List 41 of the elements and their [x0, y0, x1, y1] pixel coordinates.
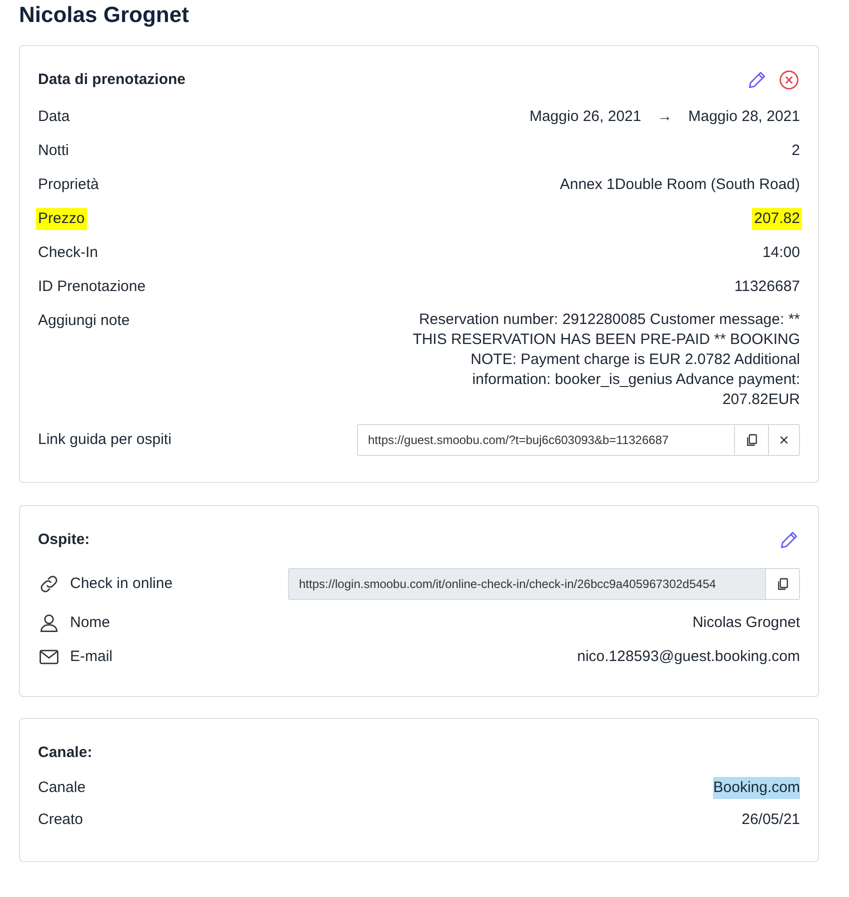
field-value: 26/05/21: [742, 810, 800, 830]
copy-icon: [744, 433, 758, 447]
date-value: Maggio 26, 2021: [529, 107, 642, 127]
card-heading: Ospite:: [38, 530, 90, 550]
close-icon: [779, 435, 789, 445]
field-value: nico.128593@guest.booking.com: [577, 647, 800, 667]
card-heading: Data di prenotazione: [38, 70, 186, 90]
card-heading: Canale:: [38, 742, 92, 763]
field-label: Canale: [38, 778, 86, 798]
field-label: Notti: [38, 141, 69, 161]
page-title: Nicolas Grognet: [19, 2, 190, 28]
field-label: Nome: [70, 613, 110, 633]
copy-button[interactable]: [765, 569, 799, 599]
field-value: Nicolas Grognet: [692, 613, 800, 633]
field-label: Check in online: [70, 574, 173, 594]
field-label: Data: [38, 107, 70, 127]
edit-icon[interactable]: [746, 69, 768, 91]
edit-icon[interactable]: [778, 529, 800, 551]
field-label: Check-In: [38, 243, 98, 263]
field-value: 2: [792, 141, 800, 161]
field-label: Aggiungi note: [38, 311, 130, 331]
field-label: Prezzo: [36, 208, 87, 230]
field-label: E-mail: [70, 647, 113, 667]
note-text: Reservation number: 2912280085 Customer message: ** THIS RESERVATION HAS BEEN PRE-PAID ** BOOKING NOTE: Payment charge is EUR 2.0782 Additional information: booker_is_genius Advance payment: 207.82EUR: [412, 310, 800, 410]
field-value: 14:00: [762, 243, 800, 263]
copy-icon: [776, 577, 790, 591]
checkin-link-field[interactable]: https://login.smoobu.com/it/online-check-in/check-in/26bcc9a405967302d5454: [288, 568, 800, 600]
field-label: Creato: [38, 810, 84, 830]
field-value: Booking.com: [713, 777, 800, 799]
person-icon: [38, 612, 60, 634]
close-icon[interactable]: [778, 69, 800, 91]
field-label: ID Prenotazione: [38, 277, 146, 297]
field-label: Link guida per ospiti: [38, 430, 172, 450]
field-value: Annex 1Double Room (South Road): [560, 175, 800, 195]
field-label: Proprietà: [38, 175, 99, 195]
date-value: Maggio 28, 2021: [688, 107, 800, 127]
link-field[interactable]: https://guest.smoobu.com/?t=buj6c603093&b=11326687: [357, 424, 800, 456]
link-icon: [38, 573, 60, 595]
field-value: 11326687: [734, 277, 800, 297]
arrow-glyph: →: [657, 107, 672, 127]
field-value: 207.82: [752, 208, 802, 230]
